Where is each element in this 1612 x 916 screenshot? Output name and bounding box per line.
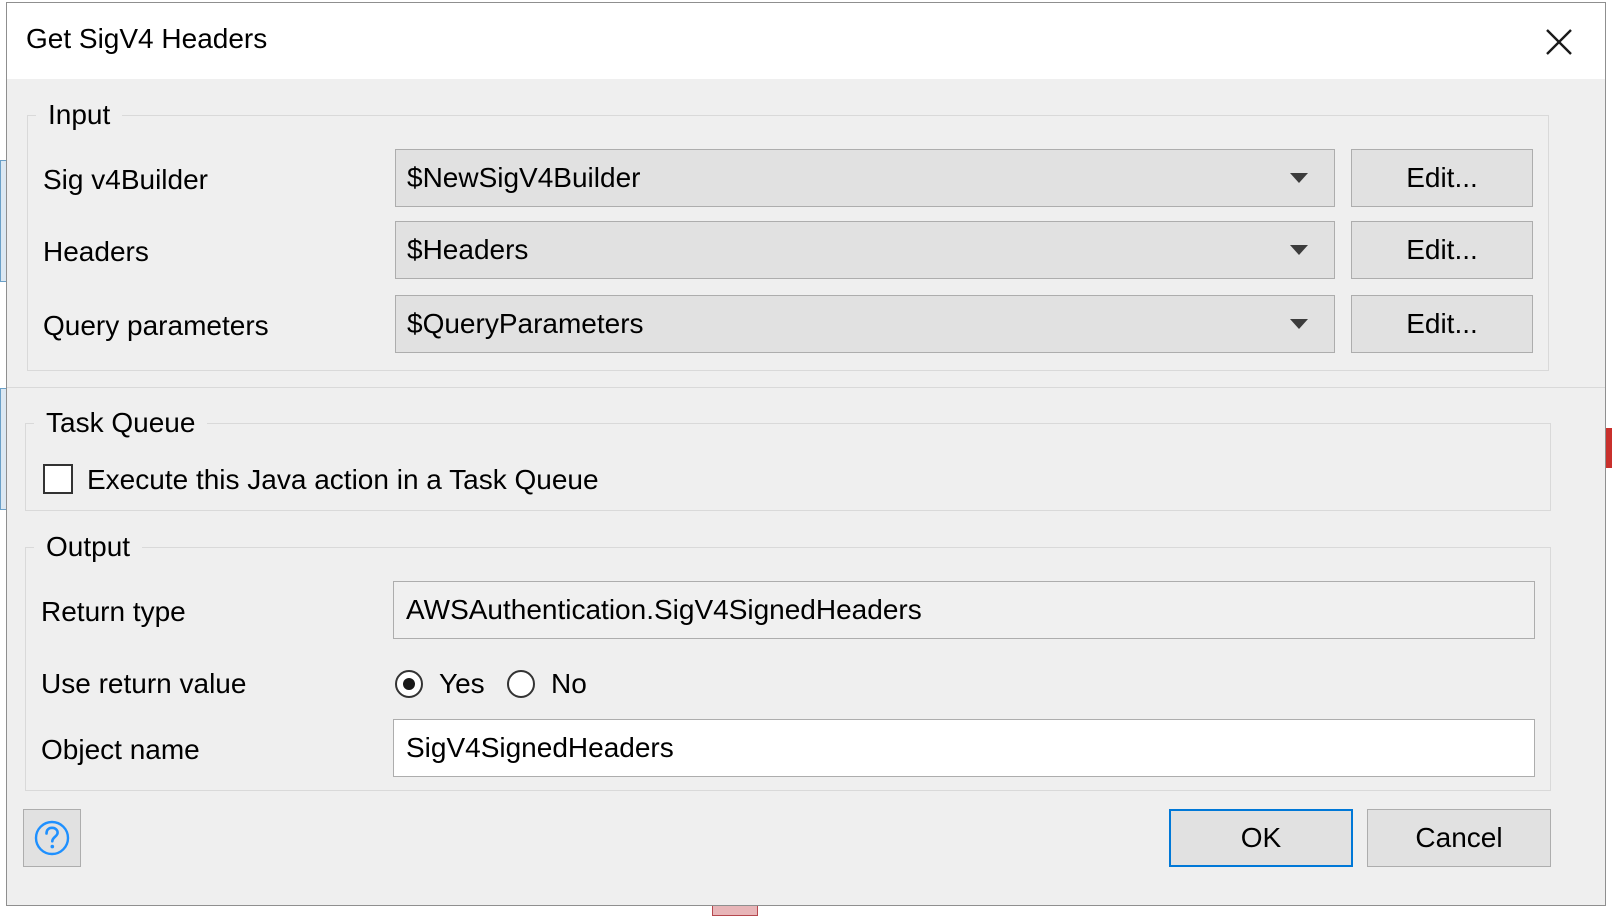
sig-v4builder-dropdown[interactable]: $NewSigV4Builder [395,149,1335,207]
headers-edit-button[interactable]: Edit... [1351,221,1533,279]
task-queue-checkbox[interactable] [43,464,73,494]
object-name-label: Object name [41,734,200,765]
task-queue-checkbox-label[interactable]: Execute this Java action in a Task Queue [87,464,599,496]
output-group-legend: Output [46,531,131,562]
section-divider [7,387,1605,388]
yes-radio-label[interactable]: Yes [439,668,485,700]
headers-value: $Headers [407,234,529,265]
use-return-value-label: Use return value [41,668,247,699]
close-button[interactable] [1529,17,1589,67]
dialog-titlebar: Get SigV4 Headers [7,3,1605,79]
query-parameters-label: Query parameters [43,310,269,341]
input-group-legend: Input [48,99,111,130]
ok-button[interactable]: OK [1169,809,1353,867]
sig-v4builder-edit-button[interactable]: Edit... [1351,149,1533,207]
help-button[interactable] [23,809,81,867]
task-queue-group-legend: Task Queue [46,407,196,438]
query-parameters-edit-button[interactable]: Edit... [1351,295,1533,353]
get-sigv4-headers-dialog: Get SigV4 Headers Input Sig v4Builder $N… [6,2,1606,906]
yes-radio[interactable] [395,670,423,698]
sig-v4builder-value: $NewSigV4Builder [407,162,641,193]
return-type-label: Return type [41,596,186,627]
no-radio-label[interactable]: No [551,668,587,700]
help-icon [34,820,70,856]
sig-v4builder-label: Sig v4Builder [43,164,208,195]
no-radio[interactable] [507,670,535,698]
query-parameters-value: $QueryParameters [407,308,644,339]
background-canvas-element [1606,428,1612,468]
headers-label: Headers [43,236,149,267]
object-name-input[interactable]: SigV4SignedHeaders [393,719,1535,777]
close-icon [1546,29,1572,55]
headers-dropdown[interactable]: $Headers [395,221,1335,279]
chevron-down-icon [1290,245,1308,255]
cancel-button[interactable]: Cancel [1367,809,1551,867]
dialog-title: Get SigV4 Headers [26,23,268,54]
chevron-down-icon [1290,173,1308,183]
radio-selected-dot [403,678,415,690]
return-type-field: AWSAuthentication.SigV4SignedHeaders [393,581,1535,639]
query-parameters-dropdown[interactable]: $QueryParameters [395,295,1335,353]
chevron-down-icon [1290,319,1308,329]
